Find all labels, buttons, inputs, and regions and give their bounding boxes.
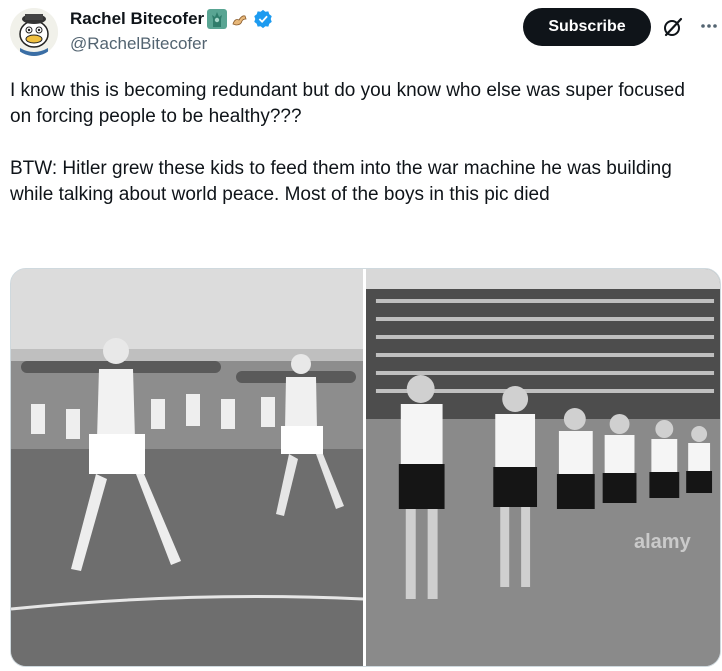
- tweet-text: I know this is becoming redundant but do…: [10, 78, 710, 208]
- tweet-media[interactable]: alamy: [10, 268, 721, 667]
- verified-badge-icon: [254, 9, 272, 29]
- subscribe-button[interactable]: Subscribe: [523, 8, 651, 46]
- alamy-watermark: alamy: [634, 531, 691, 553]
- media-photo-march[interactable]: alamy: [363, 269, 720, 666]
- author-handle[interactable]: @RachelBitecofer: [70, 33, 207, 55]
- photo-image: [366, 269, 720, 666]
- flexed-arm-icon: [232, 15, 247, 26]
- tweet-paragraph: BTW: Hitler grew these kids to feed them…: [10, 158, 672, 205]
- avatar[interactable]: [10, 8, 58, 56]
- more-icon[interactable]: [697, 14, 721, 38]
- author-name-row[interactable]: Rachel Bitecofer: [70, 8, 273, 30]
- statue-of-liberty-icon: [207, 9, 228, 29]
- tweet-paragraph: I know this is becoming redundant but do…: [10, 80, 685, 127]
- photo-image: [11, 269, 363, 666]
- media-photo-exercise[interactable]: [11, 269, 363, 666]
- author-display-name[interactable]: Rachel Bitecofer: [70, 8, 204, 30]
- cartoon-duck-avatar-icon: [10, 8, 58, 56]
- grok-icon[interactable]: [661, 15, 685, 39]
